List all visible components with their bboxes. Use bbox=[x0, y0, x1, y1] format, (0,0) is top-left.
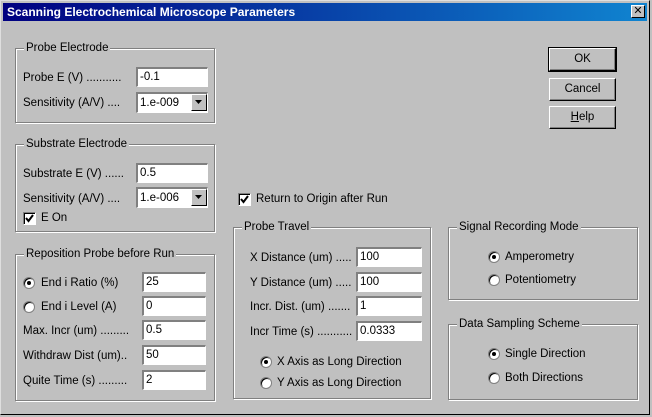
x-long-direction-label: X Axis as Long Direction bbox=[277, 356, 402, 368]
window-title: Scanning Electrochemical Microscope Para… bbox=[7, 5, 296, 19]
checkmark-icon bbox=[25, 214, 34, 223]
potentiometry-radio[interactable] bbox=[488, 274, 500, 286]
probe-e-input[interactable]: -0.1 bbox=[136, 67, 208, 87]
end-i-level-radio[interactable] bbox=[23, 301, 35, 313]
single-direction-label: Single Direction bbox=[505, 348, 586, 360]
return-to-origin-checkbox[interactable] bbox=[238, 193, 251, 206]
both-directions-radio[interactable] bbox=[488, 372, 500, 384]
incr-dist-input[interactable]: 1 bbox=[356, 296, 422, 316]
end-i-ratio-radio[interactable] bbox=[23, 277, 35, 289]
end-i-level-input[interactable]: 0 bbox=[142, 296, 206, 316]
quite-time-label: Quite Time (s) ......... bbox=[23, 375, 128, 387]
help-button[interactable]: Help bbox=[549, 106, 616, 129]
reposition-legend: Reposition Probe before Run bbox=[24, 247, 177, 261]
max-incr-input[interactable]: 0.5 bbox=[142, 320, 206, 340]
end-i-ratio-label: End i Ratio (%) bbox=[41, 277, 119, 289]
return-to-origin-label: Return to Origin after Run bbox=[256, 193, 388, 205]
both-directions-label: Both Directions bbox=[505, 372, 583, 384]
end-i-level-label: End i Level (A) bbox=[41, 301, 117, 313]
ok-button[interactable]: OK bbox=[548, 47, 617, 72]
probe-sensitivity-label: Sensitivity (A/V) .... bbox=[23, 97, 121, 109]
probe-e-label: Probe E (V) ........... bbox=[23, 72, 122, 84]
cancel-button[interactable]: Cancel bbox=[549, 78, 616, 101]
substrate-electrode-legend: Substrate Electrode bbox=[24, 137, 130, 151]
incr-time-label: Incr Time (s) ........... bbox=[250, 326, 353, 338]
x-distance-label: X Distance (um) ..... bbox=[250, 252, 352, 264]
incr-time-input[interactable]: 0.0333 bbox=[356, 321, 422, 341]
dialog-window: Scanning Electrochemical Microscope Para… bbox=[0, 0, 650, 415]
potentiometry-label: Potentiometry bbox=[505, 274, 576, 286]
chevron-down-icon[interactable] bbox=[191, 94, 207, 111]
data-sampling-legend: Data Sampling Scheme bbox=[457, 317, 582, 331]
data-sampling-group: Data Sampling Scheme bbox=[448, 317, 638, 400]
substrate-e-label: Substrate E (V) ...... bbox=[23, 168, 124, 180]
x-long-direction-radio[interactable] bbox=[260, 356, 272, 368]
y-distance-input[interactable]: 100 bbox=[356, 272, 422, 292]
probe-sensitivity-select[interactable]: 1.e-009 bbox=[136, 92, 208, 113]
end-i-ratio-input[interactable]: 25 bbox=[142, 272, 206, 292]
substrate-e-input[interactable]: 0.5 bbox=[136, 163, 208, 183]
incr-dist-label: Incr. Dist. (um) ....... bbox=[250, 301, 351, 313]
e-on-checkbox[interactable] bbox=[23, 212, 36, 225]
substrate-sensitivity-select[interactable]: 1.e-006 bbox=[136, 187, 208, 208]
x-distance-input[interactable]: 100 bbox=[356, 247, 422, 267]
close-icon[interactable]: ✕ bbox=[631, 5, 645, 18]
checkmark-icon bbox=[240, 195, 249, 204]
help-mnemonic: H bbox=[570, 111, 579, 123]
probe-travel-legend: Probe Travel bbox=[242, 220, 312, 234]
y-distance-label: Y Distance (um) ..... bbox=[250, 277, 352, 289]
substrate-sensitivity-value: 1.e-006 bbox=[140, 192, 180, 204]
title-bar: Scanning Electrochemical Microscope Para… bbox=[3, 3, 647, 21]
probe-sensitivity-value: 1.e-009 bbox=[140, 97, 180, 109]
chevron-down-icon[interactable] bbox=[191, 189, 207, 206]
amperometry-label: Amperometry bbox=[505, 251, 575, 263]
y-long-direction-radio[interactable] bbox=[260, 377, 272, 389]
y-long-direction-label: Y Axis as Long Direction bbox=[277, 377, 402, 389]
single-direction-radio[interactable] bbox=[488, 348, 500, 360]
amperometry-radio[interactable] bbox=[488, 251, 500, 263]
help-label: elp bbox=[578, 111, 595, 123]
e-on-label: E On bbox=[41, 212, 68, 224]
withdraw-dist-input[interactable]: 50 bbox=[142, 345, 206, 365]
signal-recording-legend: Signal Recording Mode bbox=[457, 220, 581, 234]
withdraw-dist-label: Withdraw Dist (um).. bbox=[23, 350, 128, 362]
probe-electrode-legend: Probe Electrode bbox=[24, 41, 111, 55]
max-incr-label: Max. Incr (um) ......... bbox=[23, 325, 130, 337]
quite-time-input[interactable]: 2 bbox=[142, 370, 206, 390]
substrate-sensitivity-label: Sensitivity (A/V) .... bbox=[23, 193, 121, 205]
